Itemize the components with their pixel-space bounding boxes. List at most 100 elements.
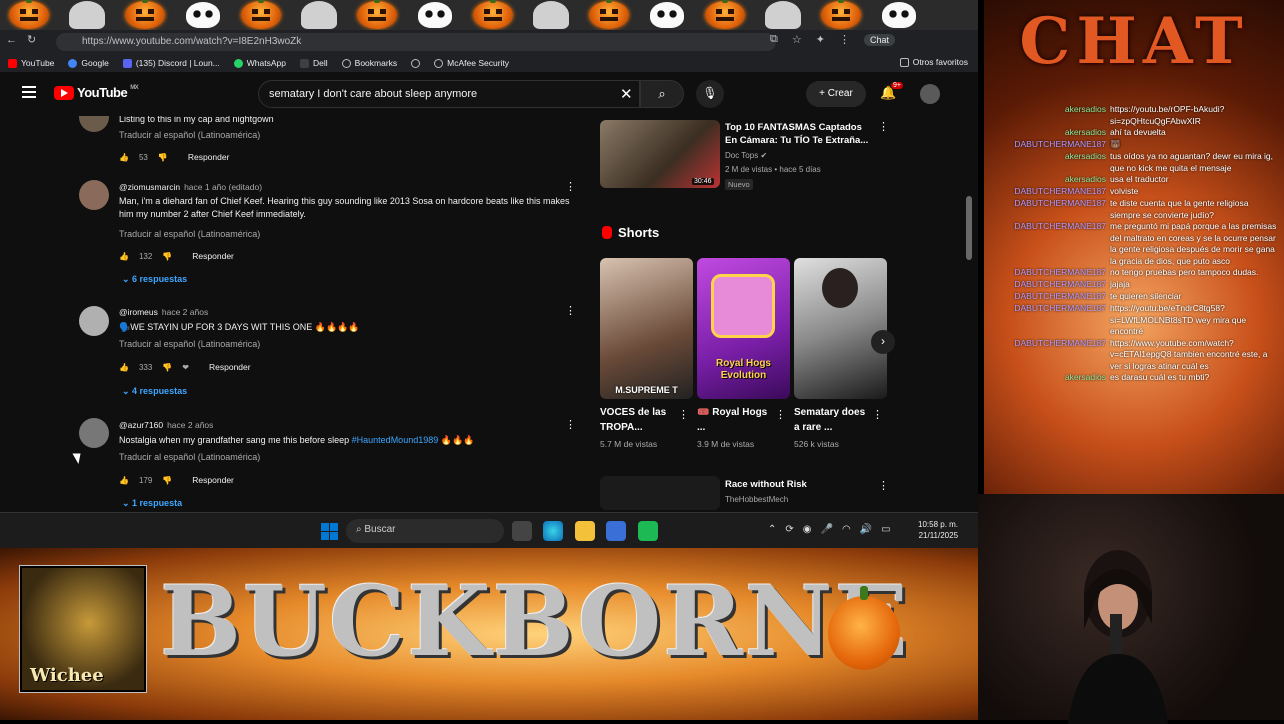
chat-username: akersadios xyxy=(1064,372,1106,382)
avatar[interactable] xyxy=(79,418,109,448)
view-replies-button[interactable]: ⌄ 4 respuestas xyxy=(122,386,187,397)
avatar[interactable] xyxy=(79,180,109,210)
bookmark-bookmarks[interactable]: Bookmarks xyxy=(341,58,397,68)
menu-icon[interactable]: ⋮ xyxy=(839,33,850,46)
search-button[interactable]: ⌕ xyxy=(640,80,684,108)
other-bookmarks[interactable]: Otros favoritos xyxy=(899,57,968,67)
address-bar[interactable]: https://www.youtube.com/watch?v=I8E2nH3w… xyxy=(56,33,776,51)
bookmark-star-icon[interactable]: ☆ xyxy=(792,33,802,46)
chat-message: DABUTCHERMANE187 jajaja xyxy=(994,279,1280,291)
short-thumbnail[interactable]: Royal Hogs Evolution xyxy=(697,258,790,399)
wifi-icon[interactable]: ◠ xyxy=(842,524,851,535)
short-views: 5.7 M de vistas xyxy=(600,439,658,449)
comment-actions: 👍 179 👎 Responder xyxy=(119,475,234,485)
microphone-icon[interactable]: 🎤 xyxy=(821,524,833,535)
avatar[interactable] xyxy=(79,306,109,336)
reply-button[interactable]: Responder xyxy=(188,152,230,162)
extensions-icon[interactable]: ✦ xyxy=(816,33,825,46)
short-overlay-text: Royal Hogs Evolution xyxy=(715,358,771,381)
bookmark-globe[interactable] xyxy=(411,58,421,68)
translate-link[interactable]: Traducir al español (Latinoamérica) xyxy=(119,452,260,462)
like-icon[interactable]: 👍 xyxy=(119,153,129,162)
whatsapp-icon xyxy=(233,58,243,68)
comment-author[interactable]: @ziomusmarcin hace 1 año (editado) xyxy=(119,182,262,192)
youtube-logo[interactable]: YouTube MX xyxy=(54,85,139,100)
comments-section: Listing to this in my cap and nightgown … xyxy=(0,116,590,510)
short-title[interactable]: Sematary does a rare ... xyxy=(794,405,872,435)
avatar[interactable] xyxy=(920,84,940,104)
chevron-up-icon[interactable]: ⌃ xyxy=(768,524,776,535)
channel-name[interactable]: TheHobbestMech xyxy=(725,495,788,504)
channel-name[interactable]: Doc Tops ✔ xyxy=(725,151,767,160)
short-thumbnail[interactable] xyxy=(794,258,887,399)
like-icon[interactable]: 👍 xyxy=(119,363,129,372)
reply-button[interactable]: Responder xyxy=(192,475,234,485)
kebab-menu-icon[interactable]: ⋮ xyxy=(775,408,786,421)
avatar[interactable] xyxy=(79,116,109,132)
kebab-menu-icon[interactable]: ⋮ xyxy=(878,120,889,133)
chat-text: 🐻 xyxy=(1110,139,1121,149)
kebab-menu-icon[interactable]: ⋮ xyxy=(872,408,883,421)
comment-author[interactable]: @azur7160 hace 2 años xyxy=(119,420,213,430)
chat-message: akersadios tus oídos ya no aguantan? dewr… xyxy=(994,151,1280,174)
microphone-button[interactable]: 🎙 xyxy=(696,80,724,108)
kebab-menu-icon[interactable]: ⋮ xyxy=(678,408,689,421)
kebab-menu-icon[interactable]: ⋮ xyxy=(565,418,576,431)
screenshot-icon[interactable]: ⧉ xyxy=(770,33,778,46)
browser-nav-buttons[interactable]: ←↻ xyxy=(6,33,46,46)
dislike-icon[interactable]: 👎 xyxy=(162,252,172,261)
bookmark-whatsapp[interactable]: WhatsApp xyxy=(233,58,286,68)
reply-button[interactable]: Responder xyxy=(192,251,234,261)
bookmark-youtube[interactable]: YouTube xyxy=(8,58,54,68)
short-overlay-text: M.SUPREME T xyxy=(615,385,678,395)
battery-icon[interactable]: ▭ xyxy=(881,524,890,535)
close-icon[interactable]: ✕ xyxy=(620,85,633,103)
video-thumbnail[interactable]: 30:46 xyxy=(600,120,720,188)
kebab-menu-icon[interactable]: ⋮ xyxy=(565,304,576,317)
translate-link[interactable]: Traducir al español (Latinoamérica) xyxy=(119,130,260,140)
like-icon[interactable]: 👍 xyxy=(119,252,129,261)
network-icon[interactable]: ⟳ xyxy=(785,524,793,535)
app-tray-icon[interactable]: ◉ xyxy=(803,524,812,535)
like-icon[interactable]: 👍 xyxy=(119,476,129,485)
windows-start-icon[interactable] xyxy=(321,523,338,540)
translate-link[interactable]: Traducir al español (Latinoamérica) xyxy=(119,229,260,239)
view-replies-button[interactable]: ⌄ 6 respuestas xyxy=(122,274,187,285)
bookmark-mcafee[interactable]: McAfee Security xyxy=(434,58,509,68)
short-title[interactable]: 🎟️ Royal Hogs ... xyxy=(697,405,775,435)
video-thumbnail[interactable] xyxy=(600,476,720,510)
taskbar-clock[interactable]: 10:58 p. m. 21/11/2025 xyxy=(918,519,958,541)
app-icon[interactable] xyxy=(638,521,658,541)
page-scrollbar[interactable] xyxy=(966,196,972,260)
comment-author[interactable]: @iromeus hace 2 años xyxy=(119,307,208,317)
bookmark-discord[interactable]: (135) Discord | Loun... xyxy=(122,58,220,68)
create-button[interactable]: + Crear xyxy=(806,81,866,107)
short-thumbnail[interactable]: M.SUPREME T xyxy=(600,258,693,399)
dislike-icon[interactable]: 👎 xyxy=(162,363,172,372)
search-input[interactable]: sematary I don't care about sleep anymor… xyxy=(258,80,640,108)
video-title[interactable]: Top 10 FANTASMAS Captados En Cámara: Tu … xyxy=(725,121,870,147)
dislike-icon[interactable]: 👎 xyxy=(162,476,172,485)
taskbar-search[interactable]: ⌕ Buscar xyxy=(346,519,504,543)
search-icon: ⌕ xyxy=(356,524,362,535)
reply-button[interactable]: Responder xyxy=(209,362,251,372)
store-icon[interactable] xyxy=(606,521,626,541)
view-replies-button[interactable]: ⌄ 1 respuesta xyxy=(122,498,182,509)
hashtag-link[interactable]: #HauntedMound1989 xyxy=(352,435,439,445)
edge-icon[interactable] xyxy=(543,521,563,541)
bookmark-dell[interactable]: Dell xyxy=(300,58,328,68)
chat-button[interactable]: Chat xyxy=(863,33,895,46)
bookmark-google[interactable]: Google xyxy=(68,58,109,68)
dislike-icon[interactable]: 👎 xyxy=(158,153,168,162)
task-view-icon[interactable] xyxy=(512,521,532,541)
kebab-menu-icon[interactable]: ⋮ xyxy=(878,479,889,492)
hamburger-menu-icon[interactable] xyxy=(22,86,36,98)
chevron-right-icon[interactable]: › xyxy=(871,330,895,354)
volume-icon[interactable]: 🔊 xyxy=(860,524,872,535)
file-explorer-icon[interactable] xyxy=(575,521,595,541)
video-title[interactable]: Race without Risk xyxy=(725,479,807,490)
short-title[interactable]: VOCES de las TROPA... xyxy=(600,405,678,435)
video-duration: 30:46 xyxy=(692,178,714,185)
kebab-menu-icon[interactable]: ⋮ xyxy=(565,180,576,193)
translate-link[interactable]: Traducir al español (Latinoamérica) xyxy=(119,339,260,349)
